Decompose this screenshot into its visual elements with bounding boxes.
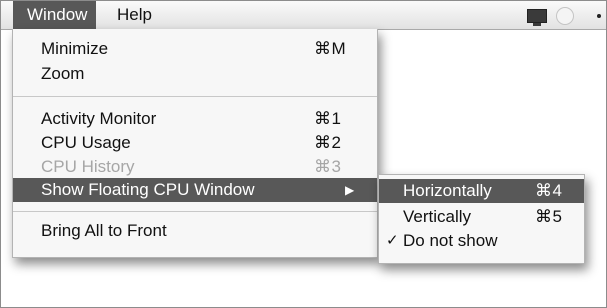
shortcut-horizontally: ⌘4 — [535, 181, 563, 200]
menu-item-cpu-usage[interactable]: CPU Usage ⌘2 — [13, 131, 377, 155]
window-menu: Minimize ⌘M Zoom Activity Monitor ⌘1 CPU… — [12, 29, 378, 258]
submenu-item-do-not-show[interactable]: ✓ Do not show — [379, 229, 584, 253]
menu-item-activity-monitor[interactable]: Activity Monitor ⌘1 — [13, 107, 377, 131]
menu-extra-dot-icon — [597, 14, 601, 18]
menu-separator — [13, 96, 377, 97]
submenu-arrow-icon: ▶ — [345, 183, 355, 197]
shortcut-minimize: ⌘M — [314, 39, 347, 58]
menubar-help[interactable]: Help — [117, 1, 152, 29]
checkmark-icon: ✓ — [386, 232, 399, 249]
spotlight-icon[interactable] — [556, 7, 574, 25]
menu-item-minimize[interactable]: Minimize ⌘M — [13, 37, 377, 61]
menubar-window[interactable]: Window — [13, 1, 97, 29]
shortcut-vertically: ⌘5 — [535, 207, 563, 226]
submenu-item-vertically[interactable]: Vertically ⌘5 — [379, 205, 584, 229]
cpu-monitor-icon[interactable] — [527, 9, 547, 26]
menu-item-cpu-history: CPU History ⌘3 — [13, 155, 377, 179]
menu-item-zoom[interactable]: Zoom — [13, 62, 377, 86]
menu-item-show-floating-cpu-window[interactable]: Show Floating CPU Window ▶ — [13, 178, 377, 202]
shortcut-activity-monitor: ⌘1 — [314, 109, 342, 128]
shortcut-cpu-history: ⌘3 — [314, 157, 342, 176]
floating-cpu-window-submenu: Horizontally ⌘4 Vertically ⌘5 ✓ Do not s… — [378, 174, 585, 264]
submenu-item-horizontally[interactable]: Horizontally ⌘4 — [379, 179, 584, 203]
menu-bar: Window Help — [1, 1, 606, 30]
menu-separator — [13, 211, 377, 212]
shortcut-cpu-usage: ⌘2 — [314, 133, 342, 152]
menu-item-bring-all-to-front[interactable]: Bring All to Front — [13, 219, 377, 243]
